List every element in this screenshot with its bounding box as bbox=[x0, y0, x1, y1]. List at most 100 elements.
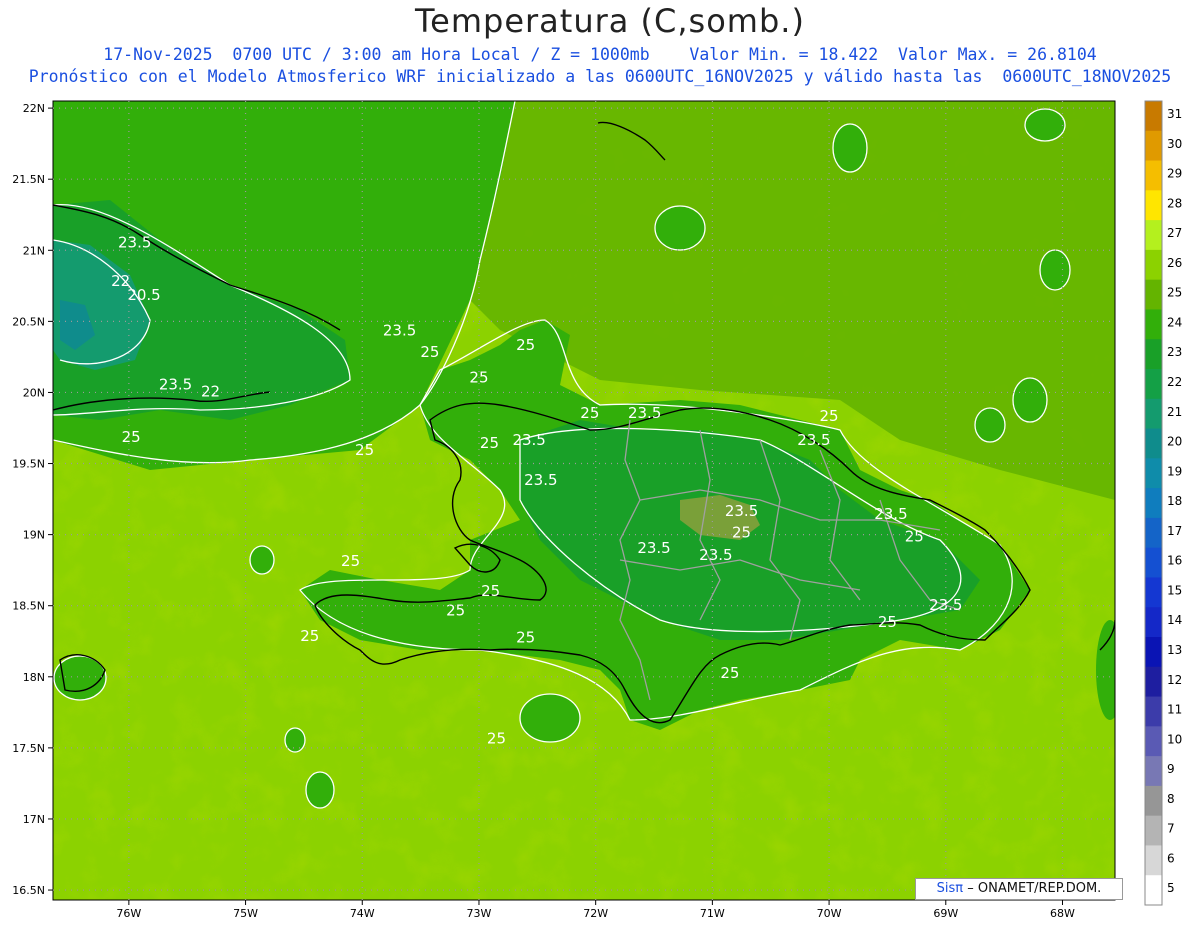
contour-label: 23.5 bbox=[637, 539, 670, 557]
colorbar-label: 17 bbox=[1167, 524, 1182, 538]
sispi-logo: Sisπ bbox=[936, 881, 964, 896]
colorbar-swatch bbox=[1145, 220, 1162, 251]
contour-label: 23.5 bbox=[725, 502, 758, 520]
lon-tick-label: 72W bbox=[583, 907, 608, 920]
shaded-field: 23.52220.523.5252523.5 2225252525 23.525 23… bbox=[53, 101, 1115, 900]
latitude-axis: 22N 21.5N 21N 20.5N 20N 19.5N 19N 18.5N 18N 17.5N… bbox=[12, 102, 53, 897]
contour-label: 25 bbox=[878, 613, 897, 631]
contour-label: 25 bbox=[355, 441, 374, 459]
colorbar-label: 29 bbox=[1167, 167, 1182, 181]
colorbar-label: 16 bbox=[1167, 554, 1182, 568]
lon-tick-label: 68W bbox=[1050, 907, 1075, 920]
contour-label: 25 bbox=[516, 336, 535, 354]
lat-tick-label: 17.5N bbox=[12, 742, 45, 755]
contour-label: 23.5 bbox=[699, 546, 732, 564]
contour-label: 23.5 bbox=[628, 404, 661, 422]
colorbar-label: 31 bbox=[1167, 107, 1182, 121]
contour-label: 25 bbox=[487, 730, 506, 748]
colorbar-swatch bbox=[1145, 666, 1162, 698]
colorbar-swatch bbox=[1145, 190, 1162, 221]
colorbar-label: 13 bbox=[1167, 643, 1182, 657]
colorbar-swatch bbox=[1145, 726, 1162, 757]
colorbar-label: 5 bbox=[1167, 881, 1175, 895]
colorbar-label: 15 bbox=[1167, 583, 1182, 597]
lon-tick-label: 69W bbox=[933, 907, 958, 920]
contour-label: 23.5 bbox=[118, 233, 151, 251]
lon-tick-label: 71W bbox=[700, 907, 725, 920]
colorbar-label: 21 bbox=[1167, 405, 1182, 419]
colorbar-swatch bbox=[1145, 458, 1162, 489]
lat-tick-label: 20.5N bbox=[12, 315, 45, 328]
lat-tick-label: 19N bbox=[23, 529, 45, 542]
colorbar: 31 30 29 28 27 26 25 24 23 22 21 20 19 18 17 16 15 14 13 12… bbox=[1144, 100, 1182, 906]
contour-label: 23.5 bbox=[524, 471, 557, 489]
contour-label: 25 bbox=[580, 404, 599, 422]
contour-label: 23.5 bbox=[874, 505, 907, 523]
contour-label: 20.5 bbox=[127, 286, 160, 304]
puerto-rico-patch bbox=[1096, 620, 1115, 720]
lon-tick-label: 70W bbox=[817, 907, 842, 920]
colorbar-swatch bbox=[1145, 279, 1162, 310]
colorbar-swatch bbox=[1145, 756, 1162, 787]
contour-label: 25 bbox=[446, 602, 465, 620]
lat-tick-label: 19.5N bbox=[12, 458, 45, 471]
colorbar-label: 8 bbox=[1167, 792, 1175, 806]
colorbar-swatch bbox=[1145, 547, 1162, 578]
colorbar-swatch bbox=[1145, 160, 1162, 191]
contour-label: 25 bbox=[820, 407, 839, 425]
colorbar-label: 11 bbox=[1167, 703, 1182, 717]
contour-label: 23.5 bbox=[383, 322, 416, 340]
lat-tick-label: 22N bbox=[23, 102, 45, 115]
contour-label: 25 bbox=[480, 434, 499, 452]
lat-tick-label: 17N bbox=[23, 813, 45, 826]
lat-tick-label: 16.5N bbox=[12, 884, 45, 897]
colorbar-label: 19 bbox=[1167, 464, 1182, 478]
colorbar-label: 25 bbox=[1167, 286, 1182, 300]
colorbar-label: 6 bbox=[1167, 851, 1175, 865]
contour-label: 25 bbox=[122, 428, 141, 446]
lat-tick-label: 21.5N bbox=[12, 173, 45, 186]
colorbar-label: 30 bbox=[1167, 137, 1182, 151]
contour-label: 25 bbox=[516, 629, 535, 647]
lon-tick-label: 76W bbox=[116, 907, 141, 920]
lat-tick-label: 20N bbox=[23, 386, 45, 399]
lat-tick-label: 18N bbox=[23, 671, 45, 684]
temperature-map: 23.52220.523.5252523.5 2225252525 23.525 23… bbox=[12, 100, 1182, 920]
colorbar-label: 28 bbox=[1167, 196, 1182, 210]
contour-label: 25 bbox=[720, 664, 739, 682]
colorbar-label: 23 bbox=[1167, 345, 1182, 359]
colorbar-swatch bbox=[1145, 607, 1162, 638]
colorbar-label: 26 bbox=[1167, 256, 1182, 270]
colorbar-swatch bbox=[1145, 845, 1162, 876]
lat-tick-label: 21N bbox=[23, 244, 45, 257]
colorbar-label: 24 bbox=[1167, 315, 1182, 329]
contour-label: 23.5 bbox=[512, 431, 545, 449]
colorbar-label: 22 bbox=[1167, 375, 1182, 389]
colorbar-label: 20 bbox=[1167, 435, 1182, 449]
contour-label: 22 bbox=[201, 383, 220, 401]
colorbar-swatch bbox=[1145, 875, 1162, 906]
colorbar-swatch bbox=[1145, 696, 1162, 727]
colorbar-swatch bbox=[1145, 130, 1162, 162]
lon-tick-label: 74W bbox=[350, 907, 375, 920]
colorbar-swatch bbox=[1145, 398, 1162, 430]
longitude-axis: 76W 75W 74W 73W 72W 71W 70W 69W 68W bbox=[116, 900, 1075, 920]
colorbar-swatch bbox=[1145, 577, 1162, 608]
colorbar-swatch bbox=[1145, 249, 1162, 281]
colorbar-swatch bbox=[1145, 637, 1162, 668]
credit-text: – ONAMET/REP.DOM. bbox=[967, 881, 1102, 896]
colorbar-label: 10 bbox=[1167, 732, 1182, 746]
contour-label: 25 bbox=[905, 528, 924, 546]
contour-label: 25 bbox=[420, 343, 439, 361]
colorbar-swatch bbox=[1145, 309, 1162, 340]
lon-tick-label: 75W bbox=[233, 907, 258, 920]
contour-label: 25 bbox=[481, 582, 500, 600]
contour-label: 25 bbox=[300, 627, 319, 645]
colorbar-swatch bbox=[1145, 339, 1162, 370]
colorbar-label: 27 bbox=[1167, 226, 1182, 240]
contour-label: 25 bbox=[732, 523, 751, 541]
colorbar-label: 12 bbox=[1167, 673, 1182, 687]
colorbar-swatch bbox=[1145, 369, 1162, 400]
contour-label: 23.5 bbox=[159, 376, 192, 394]
colorbar-swatch bbox=[1145, 488, 1162, 519]
